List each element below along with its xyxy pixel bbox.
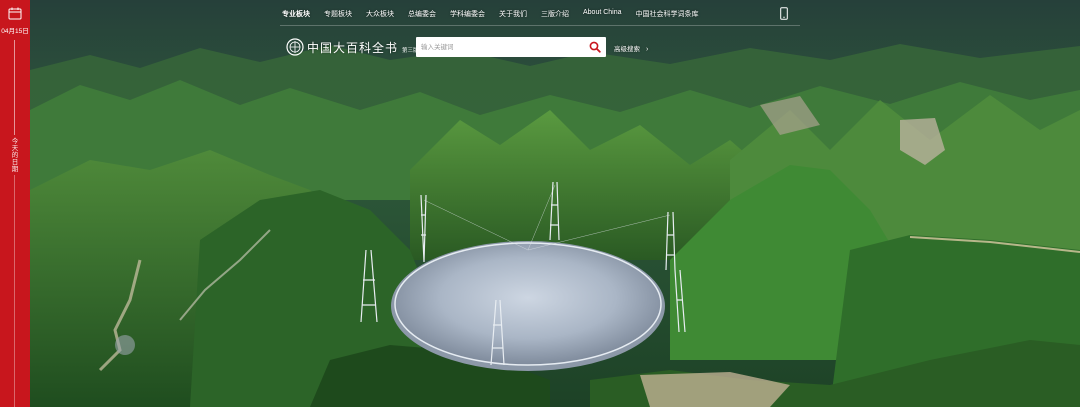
mobile-phone-icon[interactable] <box>780 7 788 20</box>
date-sidebar: 04月15日 今天的日期 <box>0 0 30 407</box>
nav-item-subject-board[interactable]: 学科编委会 <box>450 9 485 21</box>
advanced-search-label: 高级搜索 <box>614 46 640 53</box>
nav-item-public[interactable]: 大众板块 <box>366 9 394 21</box>
nav-item-about-us[interactable]: 关于我们 <box>499 9 527 21</box>
nav-item-third-edition[interactable]: 三版介绍 <box>541 9 569 21</box>
nav-item-about-china[interactable]: About China <box>583 9 622 21</box>
nav-item-social-science-db[interactable]: 中国社会科学词条库 <box>636 9 699 21</box>
nav-item-professional[interactable]: 专业板块 <box>282 9 310 21</box>
search-icon[interactable] <box>589 41 601 53</box>
background-landscape <box>30 0 1080 407</box>
nav-item-editorial-board[interactable]: 总编委会 <box>408 9 436 21</box>
nav-divider <box>280 25 800 26</box>
sidebar-vertical-label: 今天的日期 <box>11 138 19 173</box>
search-input[interactable] <box>421 40 581 54</box>
current-date: 04月15日 <box>1 28 29 35</box>
calendar-icon <box>8 7 22 20</box>
rail-divider <box>14 175 15 407</box>
search-box <box>416 37 606 57</box>
rail-divider <box>14 40 15 135</box>
advanced-search-link[interactable]: 高级搜索 › <box>614 43 648 53</box>
logo-title: 中国大百科全书 <box>307 40 399 55</box>
nav-item-topics[interactable]: 专题板块 <box>324 9 352 21</box>
top-nav: 专业板块 专题板块 大众板块 总编委会 学科编委会 关于我们 三版介绍 Abou… <box>282 9 713 21</box>
site-logo[interactable]: 中国大百科全书 第三版·网络版 <box>286 37 437 57</box>
chevron-right-icon: › <box>646 46 649 53</box>
emblem-icon <box>286 38 304 56</box>
